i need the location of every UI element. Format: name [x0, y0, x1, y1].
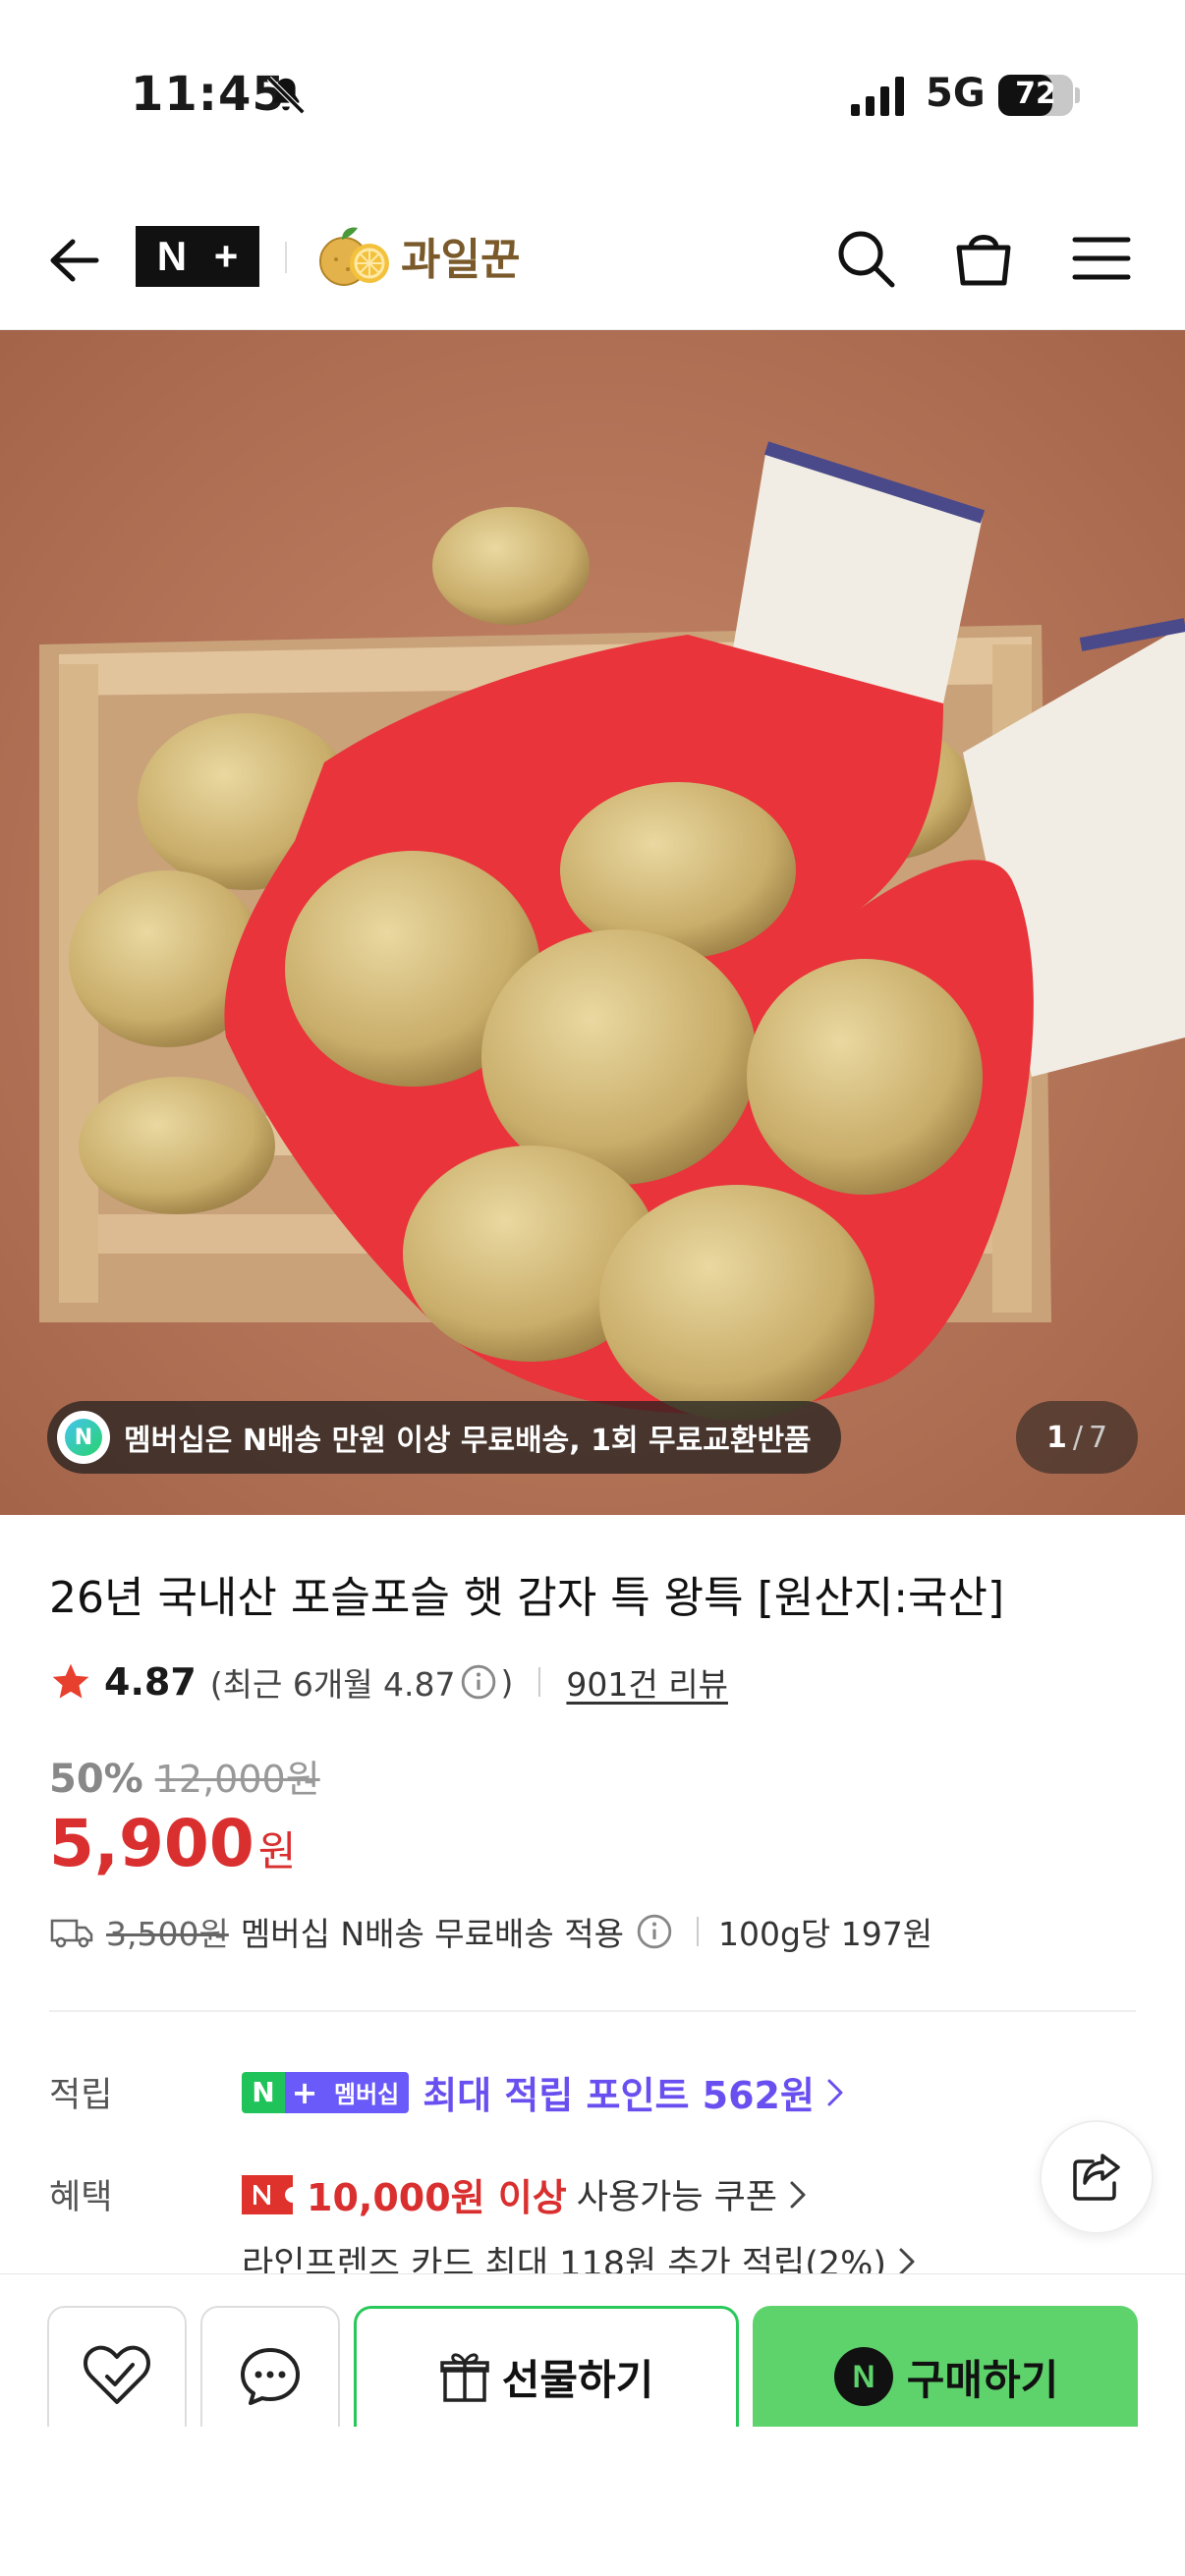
- recent-rating-close: ): [500, 1662, 514, 1702]
- nplus-logo-plus: +: [213, 233, 239, 279]
- shipping-divider: [696, 1917, 699, 1946]
- status-bar: 11:45 5G 72: [0, 0, 1185, 196]
- discount-row: 50% 12,000원: [49, 1749, 320, 1803]
- search-icon[interactable]: [831, 224, 900, 293]
- max-points-text: 최대 적립 포인트 562원: [423, 2074, 815, 2117]
- n-coupon-icon: [242, 2174, 293, 2214]
- top-navigation: N + 과일꾼: [0, 196, 1185, 330]
- points-row[interactable]: 적립 N + 멤버십 최대 적립 포인트 562원: [49, 2065, 848, 2119]
- back-arrow-icon[interactable]: [39, 226, 108, 295]
- bell-muted-icon: [266, 76, 306, 115]
- naver-pay-icon: N: [833, 2347, 893, 2406]
- nplus-store-logo[interactable]: N +: [136, 226, 259, 287]
- review-count-link[interactable]: 901건 리뷰: [566, 1658, 728, 1706]
- battery-level: 72: [1015, 77, 1056, 111]
- recent-rating: (최근 6개월 4.87 ): [210, 1658, 514, 1706]
- membership-shipping-banner[interactable]: N 멤버십은 N배송 만원 이상 무료배송, 1회 무료교환반품: [47, 1401, 841, 1474]
- coupon-text: 사용가능 쿠폰: [576, 2178, 778, 2217]
- page-total: 7: [1088, 1420, 1108, 1455]
- shipping-info-icon[interactable]: [636, 1913, 673, 1950]
- chevron-right-icon: [827, 2079, 843, 2105]
- network-label: 5G: [926, 71, 986, 116]
- home-indicator-area: [0, 2427, 1185, 2576]
- battery-icon: 72: [998, 75, 1080, 116]
- buy-label: 구매하기: [906, 2355, 1059, 2404]
- shipping-info: 멤버십 N배송 무료배송 적용: [240, 1915, 624, 1953]
- store-logo[interactable]: 과일꾼: [307, 216, 533, 295]
- points-label: 적립: [49, 2076, 113, 2115]
- price-unit: 원: [257, 1827, 297, 1876]
- gift-icon: [439, 2353, 489, 2402]
- share-icon: [1073, 2154, 1120, 2201]
- store-name: 과일꾼: [401, 235, 521, 285]
- image-page-counter: 1 / 7: [1016, 1401, 1138, 1474]
- sale-price: 5,900: [49, 1806, 254, 1881]
- discount-rate: 50%: [49, 1757, 143, 1802]
- shopping-bag-icon[interactable]: [949, 224, 1018, 293]
- share-button[interactable]: [1040, 2120, 1154, 2234]
- page-current: 1: [1045, 1420, 1067, 1455]
- rating-row: 4.87 (최근 6개월 4.87 ) 901건 리뷰: [49, 1658, 728, 1706]
- svg-text:N: N: [852, 2359, 875, 2394]
- page-separator: /: [1072, 1420, 1083, 1455]
- original-price: 12,000원: [154, 1758, 320, 1801]
- section-divider: [49, 2010, 1136, 2012]
- nplus-membership-badge: N + 멤버십: [242, 2071, 410, 2113]
- rating-divider: [538, 1667, 541, 1697]
- unit-price: 100g당 197원: [717, 1915, 933, 1953]
- menu-icon[interactable]: [1067, 224, 1136, 293]
- info-icon[interactable]: [460, 1663, 497, 1701]
- coupon-amount: 10,000원 이상: [307, 2176, 567, 2219]
- chat-bubble-icon: [241, 2348, 300, 2405]
- heart-check-icon: [84, 2345, 150, 2404]
- nplus-logo-n: N: [156, 233, 188, 279]
- price-row: 5,900 원: [49, 1806, 296, 1881]
- banner-text: 멤버십은 N배송 만원 이상 무료배송, 1회 무료교환반품: [124, 1424, 812, 1458]
- signal-icon: [851, 77, 904, 116]
- benefit-label: 혜택: [49, 2178, 113, 2217]
- rating-value: 4.87: [104, 1660, 197, 1704]
- product-photo-potatoes: [0, 330, 1185, 1515]
- product-image-carousel[interactable]: N 멤버십은 N배송 만원 이상 무료배송, 1회 무료교환반품 1 / 7: [0, 330, 1185, 1515]
- fruit-logo-icon: [319, 227, 389, 286]
- product-title: 26년 국내산 포슬포슬 햇 감자 특 왕특 [원산지:국산]: [49, 1573, 1005, 1623]
- logo-divider: [285, 242, 287, 273]
- coupon-row[interactable]: 혜택 10,000원 이상 사용가능 쿠폰: [49, 2167, 811, 2221]
- recent-rating-text: (최근 6개월 4.87: [209, 1665, 456, 1704]
- shipping-fee: 3,500원: [106, 1915, 229, 1953]
- gift-label: 선물하기: [501, 2355, 654, 2404]
- delivery-truck-icon: [50, 1919, 93, 1948]
- chevron-right-icon: [790, 2181, 806, 2208]
- nplus-membership-icon: N: [57, 1411, 110, 1464]
- star-icon: [52, 1663, 89, 1699]
- shipping-row: 3,500원 멤버십 N배송 무료배송 적용 100g당 197원: [49, 1908, 932, 1955]
